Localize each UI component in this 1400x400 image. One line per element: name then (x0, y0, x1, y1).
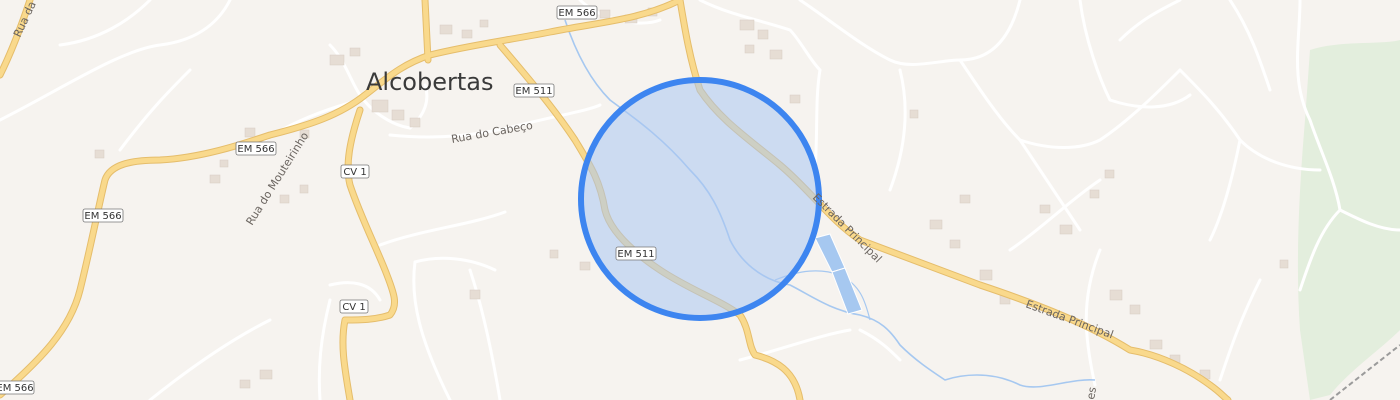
route-shield: EM 566 (556, 5, 598, 20)
svg-text:EM 566: EM 566 (237, 144, 274, 155)
route-shield: CV 1 (339, 299, 369, 314)
svg-text:EM 566: EM 566 (84, 211, 121, 222)
street-label: Estrada Principal (1024, 298, 1115, 342)
svg-text:CV 1: CV 1 (342, 302, 365, 313)
street-label: Rua da (11, 0, 39, 39)
route-shield: EM 566 (235, 141, 277, 156)
location-accuracy-circle[interactable] (578, 77, 822, 321)
park-area (1297, 40, 1400, 400)
route-shield: EM 566 (82, 208, 124, 223)
svg-text:EM 511: EM 511 (515, 86, 552, 97)
svg-text:EM 511: EM 511 (617, 249, 654, 260)
map-view[interactable]: Alcobertas EM 566 EM 511 EM 566 CV 1 EM … (0, 0, 1400, 400)
street-label: es (1084, 386, 1099, 400)
street-label: Estrada Principal (810, 191, 885, 266)
street-label: Rua do Cabeço (450, 119, 534, 146)
svg-text:CV 1: CV 1 (343, 167, 366, 178)
route-shield: EM 511 (513, 83, 555, 98)
svg-text:EM 566: EM 566 (558, 8, 595, 19)
town-label[interactable]: Alcobertas (366, 68, 493, 96)
route-shield: EM 566 (0, 380, 35, 395)
map-canvas[interactable]: Alcobertas EM 566 EM 511 EM 566 CV 1 EM … (0, 0, 1400, 400)
route-shield: CV 1 (340, 164, 370, 179)
svg-text:EM 566: EM 566 (0, 383, 34, 394)
route-shield: EM 511 (615, 246, 657, 261)
